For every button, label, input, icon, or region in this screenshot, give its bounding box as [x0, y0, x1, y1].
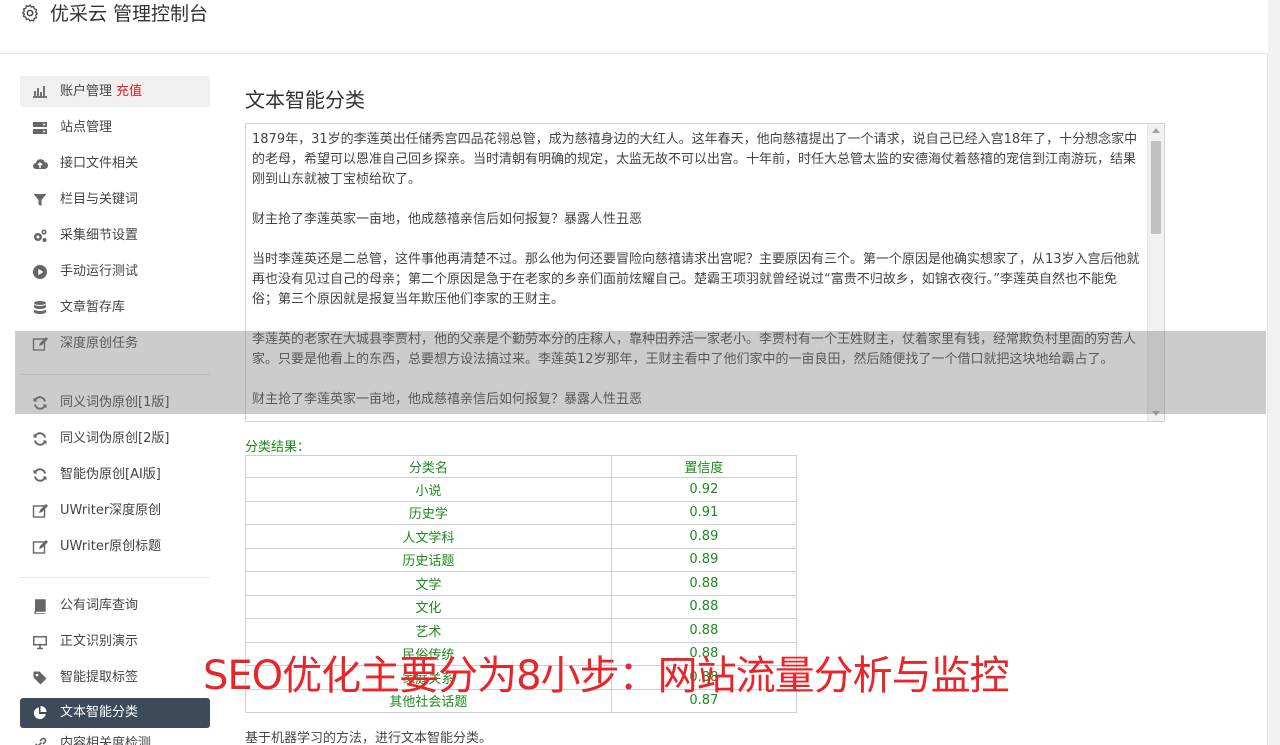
page-header-title: 优采云 管理控制台 — [50, 3, 209, 25]
confidence-cell: 0.88 — [610, 571, 798, 596]
text-paragraph: 当时李莲英还是二总管，这件事他再清楚不过。那么他为何还要冒险向慈禧请求出宫呢？主… — [252, 252, 1140, 307]
sidebar-item-interface-files[interactable]: 接口文件相关 — [20, 148, 210, 184]
sidebar-item-smart-tags[interactable]: 智能提取标签 — [20, 662, 210, 698]
confidence-cell: 0.88 — [610, 618, 798, 643]
sidebar-divider — [20, 577, 210, 578]
sidebar-item-label: 智能伪原创[AI版] — [60, 467, 161, 482]
pie-chart-icon — [33, 706, 47, 720]
link-icon — [34, 737, 47, 745]
sidebar-item-manual-run[interactable]: 手动运行测试 — [20, 256, 210, 292]
sidebar-item-columns-keywords[interactable]: 栏目与关键词 — [20, 184, 210, 220]
sidebar-item-label: 接口文件相关 — [60, 156, 139, 171]
scroll-up-arrow-icon[interactable] — [1152, 128, 1160, 133]
sidebar-item-uwriter-title[interactable]: UWriter原创标题 — [20, 531, 210, 567]
sidebar-item-public-lexicon[interactable]: 公有词库查询 — [20, 590, 210, 626]
book-icon — [34, 599, 46, 614]
edit-icon — [32, 504, 48, 518]
overlay-banner-text: SEO优化主要分为8小步：网站流量分析与监控 — [203, 653, 1010, 699]
refresh-icon — [33, 432, 47, 446]
sidebar-item-label: 站点管理 — [60, 120, 113, 135]
scrollbar-thumb[interactable] — [1151, 141, 1161, 234]
confidence-cell: 0.89 — [610, 524, 798, 549]
category-cell: 文学 — [245, 571, 612, 596]
table-row: 历史学 0.91 — [245, 500, 798, 525]
sidebar-item-label: 内容相关度检测 — [60, 736, 152, 745]
category-cell: 艺术 — [245, 618, 612, 643]
text-paragraph: 财主抢了李莲英家一亩地，他成慈禧亲信后如何报复？暴露人性丑恶 — [252, 212, 643, 227]
sidebar-item-relevance-check[interactable]: 内容相关度检测 — [20, 728, 210, 745]
sidebar-item-account[interactable]: 账户管理 充值 — [20, 76, 210, 107]
footer-note: 基于机器学习的方法，进行文本智能分类。 — [245, 731, 493, 745]
sidebar-item-label: 文章暂存库 — [60, 300, 126, 315]
confidence-cell: 0.91 — [610, 500, 798, 525]
text-paragraph: 1879年，31岁的李莲英出任储秀宫四品花翎总管，成为慈禧身边的大红人。这年春天… — [252, 132, 1138, 187]
result-label: 分类结果： — [245, 440, 311, 455]
table-row: 文学 0.88 — [245, 571, 798, 596]
monitor-icon — [33, 636, 47, 650]
sidebar-item-text-classification[interactable]: 文本智能分类 — [20, 698, 210, 728]
column-header-category: 分类名 — [245, 455, 612, 478]
table-row: 文化 0.88 — [245, 594, 798, 619]
sidebar-item-label: UWriter原创标题 — [60, 539, 162, 554]
confidence-cell: 0.92 — [610, 477, 798, 502]
page-title: 文本智能分类 — [245, 88, 365, 112]
cloud-upload-icon — [33, 159, 48, 170]
edit-icon — [32, 540, 48, 554]
sidebar-item-synonym-v2[interactable]: 同义词伪原创[2版] — [20, 423, 210, 459]
sidebar-item-uwriter-deep[interactable]: UWriter深度原创 — [20, 495, 210, 531]
sidebar-item-label: 账户管理 — [60, 84, 113, 99]
confidence-cell: 0.88 — [610, 594, 798, 619]
gray-overlay-band — [15, 331, 1266, 414]
category-cell: 人文学科 — [245, 524, 612, 549]
sidebar-item-label: 正文识别演示 — [60, 634, 139, 649]
gear-icon — [21, 4, 39, 22]
tag-icon — [33, 671, 47, 685]
column-header-confidence: 置信度 — [610, 455, 798, 478]
category-cell: 文化 — [245, 594, 612, 619]
sidebar-item-label: 采集细节设置 — [60, 228, 139, 243]
sidebar-item-label: 栏目与关键词 — [60, 192, 139, 207]
table-row: 小说 0.92 — [245, 477, 798, 502]
cogs-icon — [34, 229, 47, 242]
sidebar-item-sites[interactable]: 站点管理 — [20, 112, 210, 148]
play-circle-icon — [33, 265, 47, 279]
sidebar-item-label: UWriter深度原创 — [60, 503, 162, 518]
sidebar-item-label: 文本智能分类 — [60, 705, 139, 720]
filter-icon — [33, 194, 47, 206]
category-cell: 历史话题 — [245, 547, 612, 572]
table-row: 历史话题 0.89 — [245, 547, 798, 572]
bar-chart-icon — [33, 86, 47, 98]
sidebar-item-text-recognition[interactable]: 正文识别演示 — [20, 626, 210, 662]
table-header-row: 分类名 置信度 — [245, 455, 798, 478]
table-row: 艺术 0.88 — [245, 618, 798, 643]
database-icon — [34, 301, 46, 314]
sidebar-item-label: 手动运行测试 — [60, 264, 139, 279]
table-row: 人文学科 0.89 — [245, 524, 798, 549]
refresh-icon — [33, 468, 47, 482]
sidebar-item-ai-rewrite[interactable]: 智能伪原创[AI版] — [20, 459, 210, 495]
top-bar: 优采云 管理控制台 — [0, 0, 1268, 54]
sidebar-item-label: 公有词库查询 — [60, 598, 139, 613]
sidebar-item-collection-settings[interactable]: 采集细节设置 — [20, 220, 210, 256]
confidence-cell: 0.89 — [610, 547, 798, 572]
category-cell: 小说 — [245, 477, 612, 502]
recharge-link[interactable]: 充值 — [116, 84, 142, 99]
sidebar-item-label: 智能提取标签 — [60, 670, 139, 685]
category-cell: 历史学 — [245, 500, 612, 525]
server-icon — [33, 122, 47, 134]
sidebar-item-label: 同义词伪原创[2版] — [60, 431, 170, 446]
sidebar-item-article-store[interactable]: 文章暂存库 — [20, 292, 210, 328]
